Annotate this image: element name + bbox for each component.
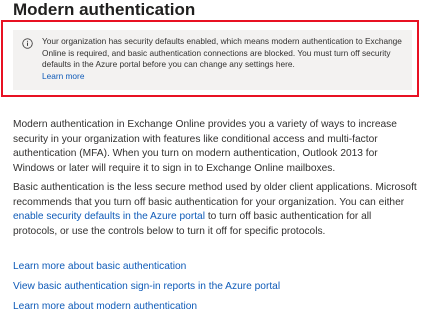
learn-more-basic-auth-link[interactable]: Learn more about basic authentication: [13, 260, 186, 273]
banner-learn-more-link[interactable]: Learn more: [42, 71, 404, 83]
basic-auth-text-start: Basic authentication is the less secure …: [13, 182, 417, 208]
enable-security-defaults-link[interactable]: enable security defaults in the Azure po…: [13, 211, 205, 222]
info-circle-icon: [22, 38, 33, 49]
basic-auth-paragraph: Basic authentication is the less secure …: [13, 181, 418, 239]
banner-message: Your organization has security defaults …: [42, 36, 402, 69]
intro-paragraph: Modern authentication in Exchange Online…: [13, 119, 397, 174]
learn-more-modern-auth-link[interactable]: Learn more about modern authentication: [13, 300, 197, 313]
security-defaults-banner: Your organization has security defaults …: [13, 30, 412, 90]
basic-auth-sign-in-reports-link[interactable]: View basic authentication sign-in report…: [13, 280, 280, 293]
modern-authentication-page: Modern authentication Your organization …: [0, 0, 426, 313]
page-title: Modern authentication: [13, 0, 196, 19]
